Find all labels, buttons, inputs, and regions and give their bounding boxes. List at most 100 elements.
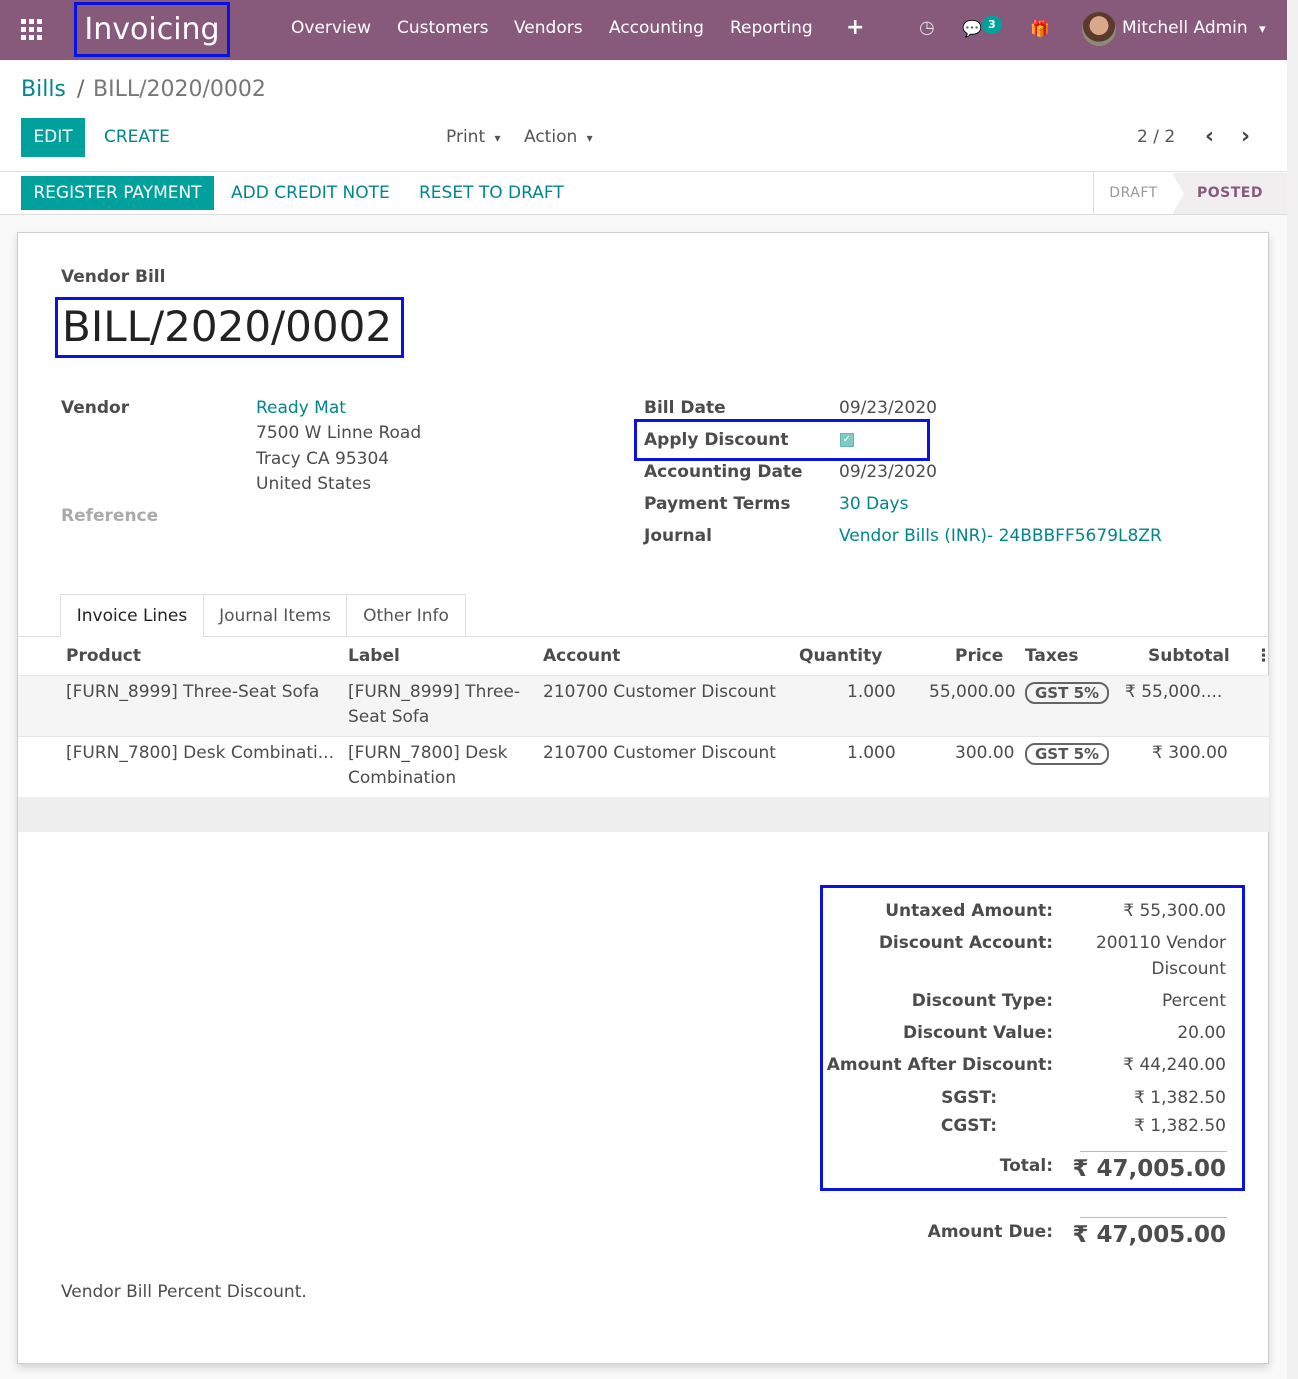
tab-invoice-lines[interactable]: Invoice Lines — [60, 594, 204, 637]
column-header-price[interactable]: Price — [955, 646, 1003, 666]
column-header-label[interactable]: Label — [348, 646, 400, 666]
clock-icon[interactable]: ◷ — [919, 17, 935, 38]
line-price: 300.00 — [955, 743, 1015, 763]
accounting-date-label: Accounting Date — [644, 462, 803, 482]
line-label: [FURN_8999] Three- — [348, 682, 521, 702]
discount-value: 20.00 — [1177, 1023, 1226, 1043]
line-product: [FURN_8999] Three-Seat Sofa — [66, 682, 320, 702]
total-divider — [1080, 1151, 1227, 1152]
stage-posted[interactable]: POSTED — [1172, 173, 1287, 214]
print-dropdown[interactable]: Print ▾ — [446, 127, 501, 147]
line-product: [FURN_7800] Desk Combinati... — [66, 743, 334, 763]
vendor-address-line: 7500 W Linne Road — [256, 423, 422, 443]
line-quantity: 1.000 — [847, 682, 896, 702]
line-label: Combination — [348, 768, 457, 788]
gift-icon[interactable]: 🎁 — [1030, 19, 1050, 38]
tax-tag: GST 5% — [1025, 682, 1110, 704]
line-account: 210700 Customer Discount — [543, 743, 776, 763]
table-footer — [18, 797, 1269, 832]
vendor-address-line: Tracy CA 95304 — [256, 449, 390, 469]
stage-draft[interactable]: DRAFT — [1093, 173, 1173, 214]
cgst-value: ₹ 1,382.50 — [1134, 1116, 1226, 1136]
column-header-subtotal[interactable]: Subtotal — [1148, 646, 1230, 666]
apps-menu-icon[interactable] — [21, 19, 44, 40]
column-header-account[interactable]: Account — [543, 646, 620, 666]
line-account: 210700 Customer Discount — [543, 682, 776, 702]
create-button[interactable]: CREATE — [104, 127, 170, 147]
total-label: Total: — [999, 1156, 1053, 1176]
amount-due-divider — [1080, 1217, 1227, 1218]
apply-discount-checkbox[interactable]: ✓ — [840, 433, 854, 447]
line-label: [FURN_7800] Desk — [348, 743, 508, 763]
amount-due-value: ₹ 47,005.00 — [1072, 1222, 1226, 1248]
apply-discount-label: Apply Discount — [644, 430, 789, 450]
user-caret-icon: ▾ — [1259, 22, 1266, 37]
tab-other-info[interactable]: Other Info — [346, 594, 466, 637]
total-value: ₹ 47,005.00 — [1072, 1156, 1226, 1182]
menu-vendors[interactable]: Vendors — [514, 18, 583, 38]
column-header-quantity[interactable]: Quantity — [799, 646, 882, 666]
column-header-taxes[interactable]: Taxes — [1025, 646, 1079, 666]
vendor-link[interactable]: Ready Mat — [256, 398, 346, 418]
bill-date-value: 09/23/2020 — [839, 398, 937, 418]
top-navbar: Invoicing Overview Customers Vendors Acc… — [0, 0, 1287, 60]
sgst-label: SGST: — [941, 1088, 997, 1108]
bill-number-title: BILL/2020/0002 — [55, 297, 404, 358]
line-subtotal: ₹ 55,000.... — [1125, 682, 1223, 702]
line-subtotal: ₹ 300.00 — [1152, 743, 1228, 763]
user-menu[interactable]: Mitchell Admin ▾ — [1122, 18, 1266, 38]
payment-terms-label: Payment Terms — [644, 494, 791, 514]
user-name: Mitchell Admin — [1122, 18, 1248, 38]
journal-link[interactable]: Vendor Bills (INR)- 24BBBFF5679L8ZR — [839, 526, 1162, 546]
register-payment-button[interactable]: REGISTER PAYMENT — [21, 176, 214, 210]
breadcrumb-separator: / — [77, 77, 85, 102]
vendor-address-line: United States — [256, 474, 372, 494]
column-header-product[interactable]: Product — [66, 646, 141, 666]
document-type-label: Vendor Bill — [61, 267, 166, 287]
sgst-value: ₹ 1,382.50 — [1134, 1088, 1226, 1108]
app-brand[interactable]: Invoicing — [74, 2, 230, 57]
avatar[interactable] — [1082, 12, 1116, 46]
reference-label: Reference — [61, 506, 159, 526]
action-label: Action — [524, 127, 578, 147]
plus-icon[interactable]: + — [846, 15, 864, 40]
print-label: Print — [446, 127, 486, 147]
edit-button[interactable]: EDIT — [21, 118, 85, 157]
bill-date-label: Bill Date — [644, 398, 726, 418]
discount-account-link[interactable]: 200110 Vendor — [1096, 933, 1226, 953]
menu-overview[interactable]: Overview — [291, 18, 371, 38]
tax-tag: GST 5% — [1025, 743, 1110, 765]
print-caret-icon: ▾ — [494, 131, 501, 145]
tab-journal-items[interactable]: Journal Items — [203, 594, 347, 637]
menu-accounting[interactable]: Accounting — [609, 18, 704, 38]
breadcrumb-bills[interactable]: Bills — [21, 77, 66, 102]
untaxed-amount-label: Untaxed Amount: — [885, 901, 1053, 921]
menu-customers[interactable]: Customers — [397, 18, 488, 38]
journal-label: Journal — [644, 526, 712, 546]
line-label: Seat Sofa — [348, 707, 430, 727]
scrollbar[interactable] — [1287, 0, 1298, 1379]
discount-type-label: Discount Type: — [911, 991, 1053, 1011]
untaxed-amount-value: ₹ 55,300.00 — [1123, 901, 1226, 921]
discount-account-link[interactable]: Discount — [1151, 959, 1226, 979]
pager-previous-icon[interactable]: ‹ — [1205, 124, 1214, 149]
action-dropdown[interactable]: Action ▾ — [524, 127, 593, 147]
amount-after-discount-label: Amount After Discount: — [826, 1055, 1053, 1075]
reset-to-draft-button[interactable]: RESET TO DRAFT — [419, 183, 564, 203]
breadcrumb-current: BILL/2020/0002 — [93, 77, 266, 102]
discount-type-value: Percent — [1162, 991, 1226, 1011]
accounting-date-value: 09/23/2020 — [839, 462, 937, 482]
chat-icon[interactable]: 💬 — [962, 19, 982, 38]
discount-account-label: Discount Account: — [878, 933, 1053, 953]
payment-terms-link[interactable]: 30 Days — [839, 494, 908, 514]
pager-value[interactable]: 2 / 2 — [1137, 127, 1175, 147]
optional-columns-icon[interactable]: ⋮ — [1255, 646, 1272, 666]
menu-reporting[interactable]: Reporting — [730, 18, 813, 38]
amount-due-label: Amount Due: — [927, 1222, 1053, 1242]
action-caret-icon: ▾ — [586, 131, 593, 145]
amount-after-discount-value: ₹ 44,240.00 — [1123, 1055, 1226, 1075]
add-credit-note-button[interactable]: ADD CREDIT NOTE — [231, 183, 390, 203]
pager-next-icon[interactable]: › — [1241, 124, 1250, 149]
vendor-label: Vendor — [61, 398, 130, 418]
discount-value-label: Discount Value: — [902, 1023, 1053, 1043]
